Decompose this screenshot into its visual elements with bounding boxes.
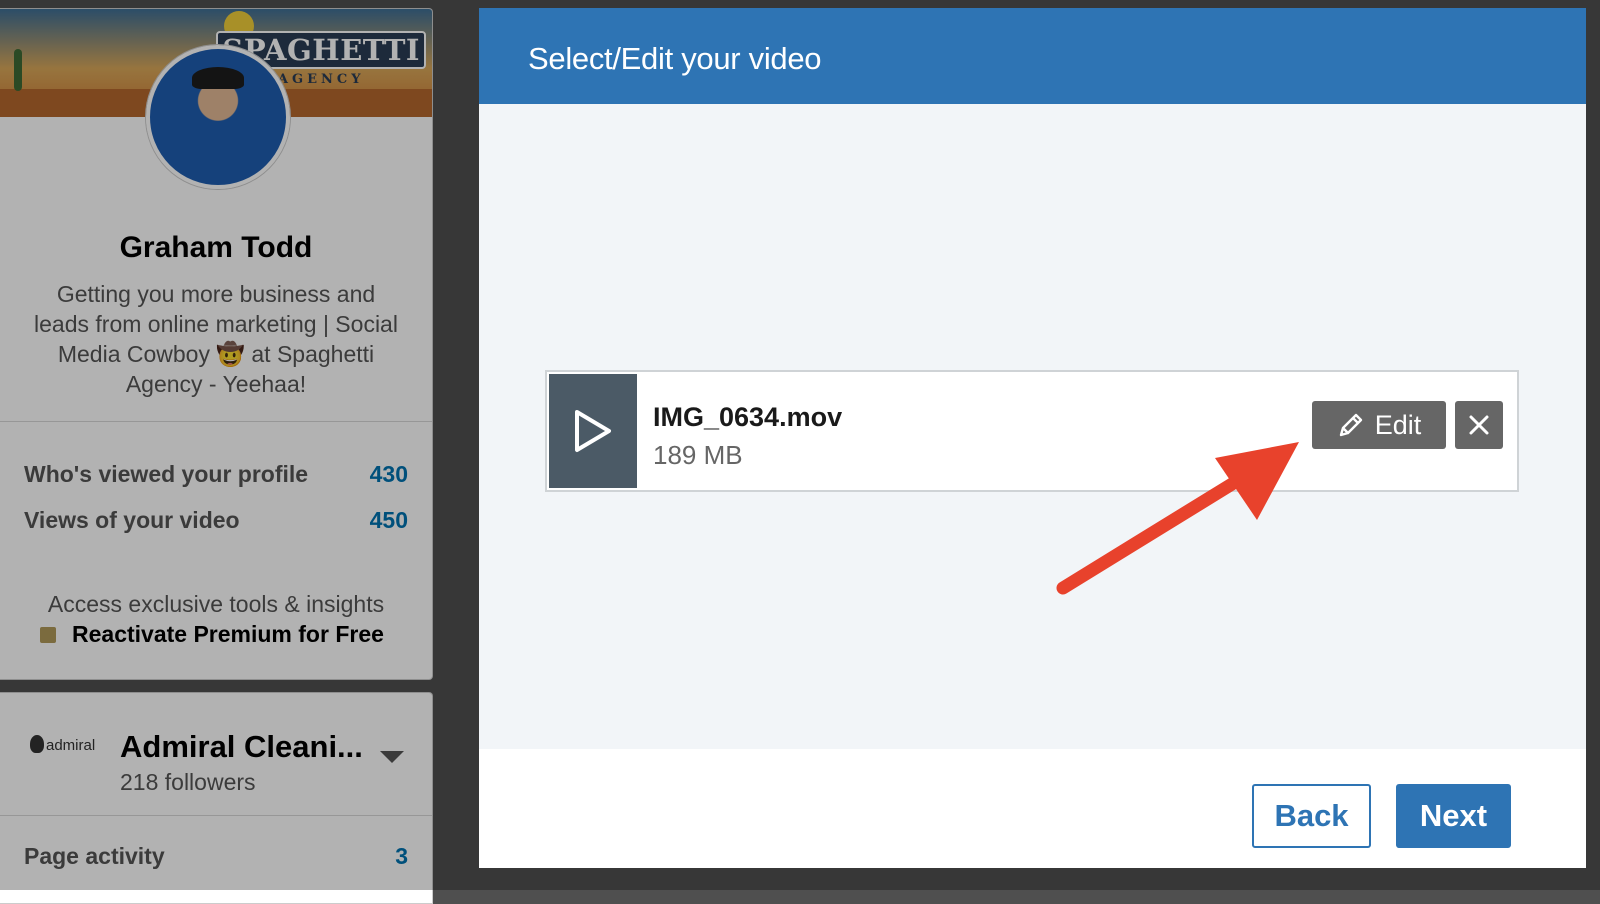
video-file-name: IMG_0634.mov (653, 402, 843, 432)
remove-video-button[interactable] (1455, 401, 1503, 449)
close-icon (1469, 415, 1489, 435)
select-video-modal: Select/Edit your video IMG_0634.mov 189 … (479, 8, 1586, 868)
edit-button-label: Edit (1374, 409, 1422, 440)
video-file-size: 189 MB (653, 440, 743, 470)
pencil-icon (1339, 413, 1362, 437)
play-icon (575, 410, 611, 452)
video-item: IMG_0634.mov 189 MB Edit (545, 370, 1519, 492)
modal-title: Select/Edit your video (528, 41, 822, 76)
modal-header: Select/Edit your video (479, 8, 1586, 104)
edit-button[interactable]: Edit (1312, 401, 1446, 449)
back-button[interactable]: Back (1252, 784, 1371, 848)
modal-footer: Back Next (479, 749, 1586, 868)
video-thumbnail[interactable] (549, 374, 637, 488)
modal-body: IMG_0634.mov 189 MB Edit (479, 104, 1586, 749)
next-button[interactable]: Next (1396, 784, 1511, 848)
